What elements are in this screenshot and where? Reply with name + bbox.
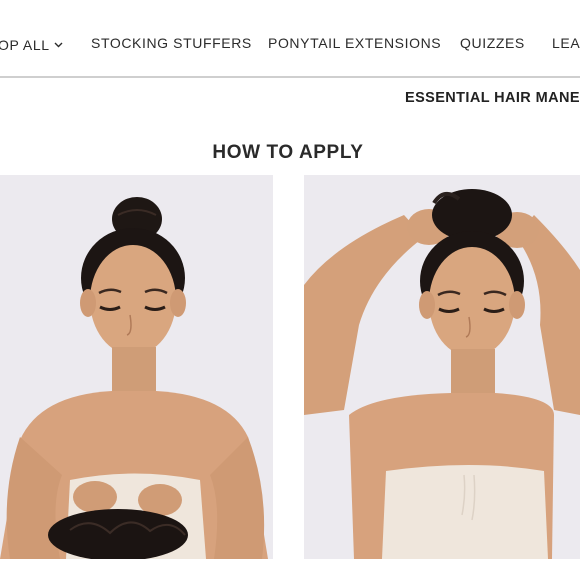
nav-item-label: OP ALL — [0, 37, 50, 53]
section-title: HOW TO APPLY — [212, 142, 364, 163]
nav-item-quizzes[interactable]: QUIZZES — [460, 35, 525, 51]
nav-item-stocking-stuffers[interactable]: STOCKING STUFFERS — [91, 35, 252, 51]
top-navigation-bar: OP ALL STOCKING STUFFERS PONYTAIL EXTENS… — [0, 0, 580, 78]
nav-item-ponytail-extensions[interactable]: PONYTAIL EXTENSIONS — [268, 35, 441, 51]
how-to-step-image-1 — [0, 175, 273, 559]
promo-marquee-text: ESSENTIAL HAIR MANE- — [405, 90, 580, 106]
nav-item-label: LEA — [552, 35, 580, 51]
how-to-step-image-2 — [304, 175, 580, 559]
nav-item-shop-all[interactable]: OP ALL — [0, 35, 63, 53]
nav-item-learn[interactable]: LEA — [552, 35, 580, 51]
nav-item-label: QUIZZES — [460, 35, 525, 51]
chevron-down-icon — [54, 35, 63, 51]
nav-item-label: STOCKING STUFFERS — [91, 35, 252, 51]
nav-item-label: PONYTAIL EXTENSIONS — [268, 35, 442, 51]
